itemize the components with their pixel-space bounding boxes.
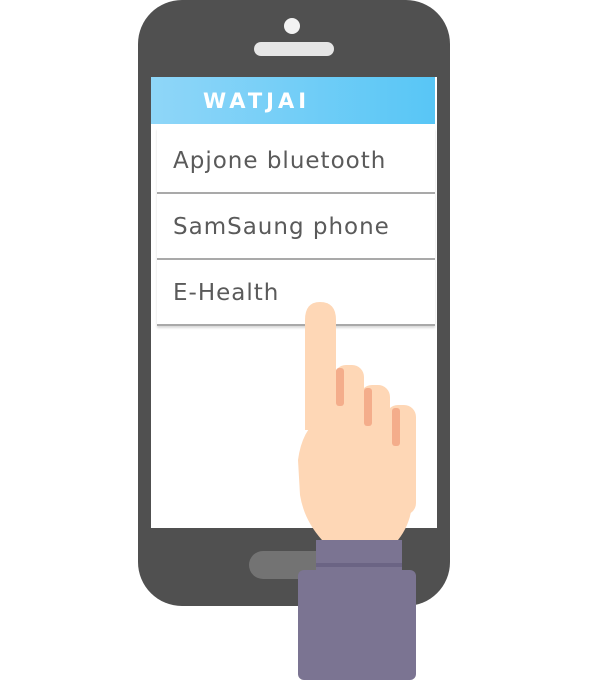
- phone-screen: WATJAI Apjone bluetooth SamSaung phone E…: [151, 77, 437, 528]
- camera-icon: [284, 18, 300, 34]
- speaker-grille: [254, 42, 334, 56]
- list-item-samsaung-phone[interactable]: SamSaung phone: [157, 194, 435, 260]
- list-item-apjone-bluetooth[interactable]: Apjone bluetooth: [157, 128, 435, 194]
- list-item-label: SamSaung phone: [173, 214, 390, 240]
- phone-device: WATJAI Apjone bluetooth SamSaung phone E…: [138, 0, 450, 606]
- list-item-e-health[interactable]: E-Health: [157, 260, 435, 326]
- app-header: WATJAI: [151, 77, 435, 124]
- list-item-label: Apjone bluetooth: [173, 148, 387, 174]
- device-list: Apjone bluetooth SamSaung phone E-Health: [157, 128, 435, 326]
- list-item-label: E-Health: [173, 280, 280, 306]
- app-title: WATJAI: [203, 89, 311, 113]
- home-button[interactable]: [249, 551, 341, 579]
